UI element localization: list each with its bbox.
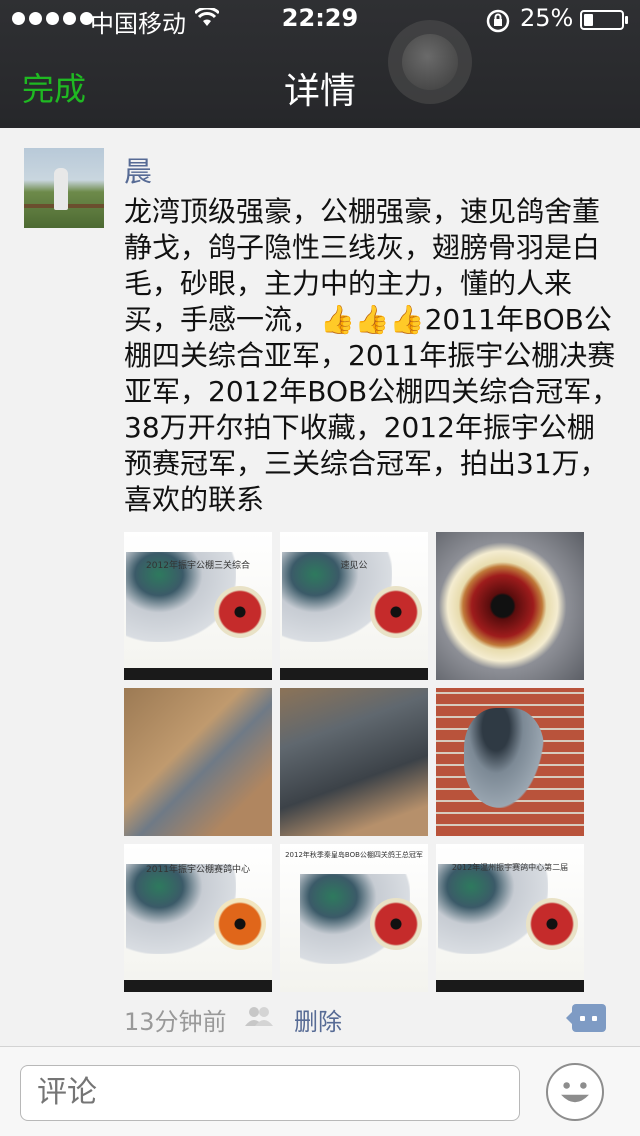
photo-caption: 2011年振宇公棚赛鸽中心 xyxy=(146,865,250,875)
friends-visibility-icon xyxy=(245,1007,273,1026)
comment-input[interactable] xyxy=(20,1065,520,1121)
photo-thumbnail[interactable]: 速见公 xyxy=(280,532,428,680)
photo-thumbnail[interactable] xyxy=(436,688,584,836)
status-bar: 中国移动 22:29 25% xyxy=(0,0,640,40)
photo-footer-band xyxy=(280,668,428,680)
photo-thumbnail[interactable]: 2012年温州振宇赛鸽中心第二届 xyxy=(436,844,584,992)
photo-caption: 2012年秋季秦皇岛BOB公棚四关鸽王总冠军 xyxy=(285,851,423,859)
photo-caption: 2012年温州振宇赛鸽中心第二届 xyxy=(451,863,569,872)
rotation-lock-icon xyxy=(486,9,510,33)
photo-thumbnail[interactable]: 2011年振宇公棚赛鸽中心 xyxy=(124,844,272,992)
pigeon-eye-image xyxy=(370,586,422,638)
emoji-icon[interactable] xyxy=(546,1063,604,1121)
photo-caption: 2012年振宇公棚三关综合 xyxy=(146,561,250,571)
top-bar: 中国移动 22:29 25% 完成 详情 xyxy=(0,0,640,128)
pigeon-eye-image xyxy=(370,898,422,950)
page-title: 详情 xyxy=(283,71,356,112)
photo-footer-band xyxy=(436,980,584,992)
avatar[interactable] xyxy=(24,148,104,228)
avatar-person xyxy=(54,168,68,210)
delete-button[interactable]: 删除 xyxy=(294,1002,342,1037)
pigeon-eye-image xyxy=(214,586,266,638)
photo-thumbnail[interactable] xyxy=(280,688,428,836)
battery-icon xyxy=(580,10,628,30)
photo-thumbnail[interactable]: 2012年秋季秦皇岛BOB公棚四关鸽王总冠军 xyxy=(280,844,428,992)
comment-bar xyxy=(0,1046,640,1136)
photo-footer-band xyxy=(124,668,272,680)
pigeon-eye-image xyxy=(526,898,578,950)
photo-grid: 2012年振宇公棚三关综合 速见公 2011年振宇公棚赛鸽中心 2012年秋季秦… xyxy=(124,532,584,992)
photo-thumbnail[interactable] xyxy=(124,688,272,836)
photo-thumbnail[interactable] xyxy=(436,532,584,680)
photo-caption: 速见公 xyxy=(340,561,368,571)
battery-percent: 25% xyxy=(520,4,574,32)
author-name[interactable]: 晨 xyxy=(124,150,152,190)
comment-action-icon[interactable] xyxy=(566,1004,606,1032)
post-text: 龙湾顶级强豪，公棚强豪，速见鸽舍董静戈，鸽子隐性三线灰，翅膀骨羽是白毛，砂眼，主… xyxy=(124,195,620,516)
photo-footer-band xyxy=(124,980,272,992)
battery-fill xyxy=(584,14,593,26)
pigeon-eye-image xyxy=(214,898,266,950)
pigeon-image xyxy=(464,708,544,808)
post-timestamp: 13分钟前 xyxy=(124,1008,227,1036)
photo-thumbnail[interactable]: 2012年振宇公棚三关综合 xyxy=(124,532,272,680)
